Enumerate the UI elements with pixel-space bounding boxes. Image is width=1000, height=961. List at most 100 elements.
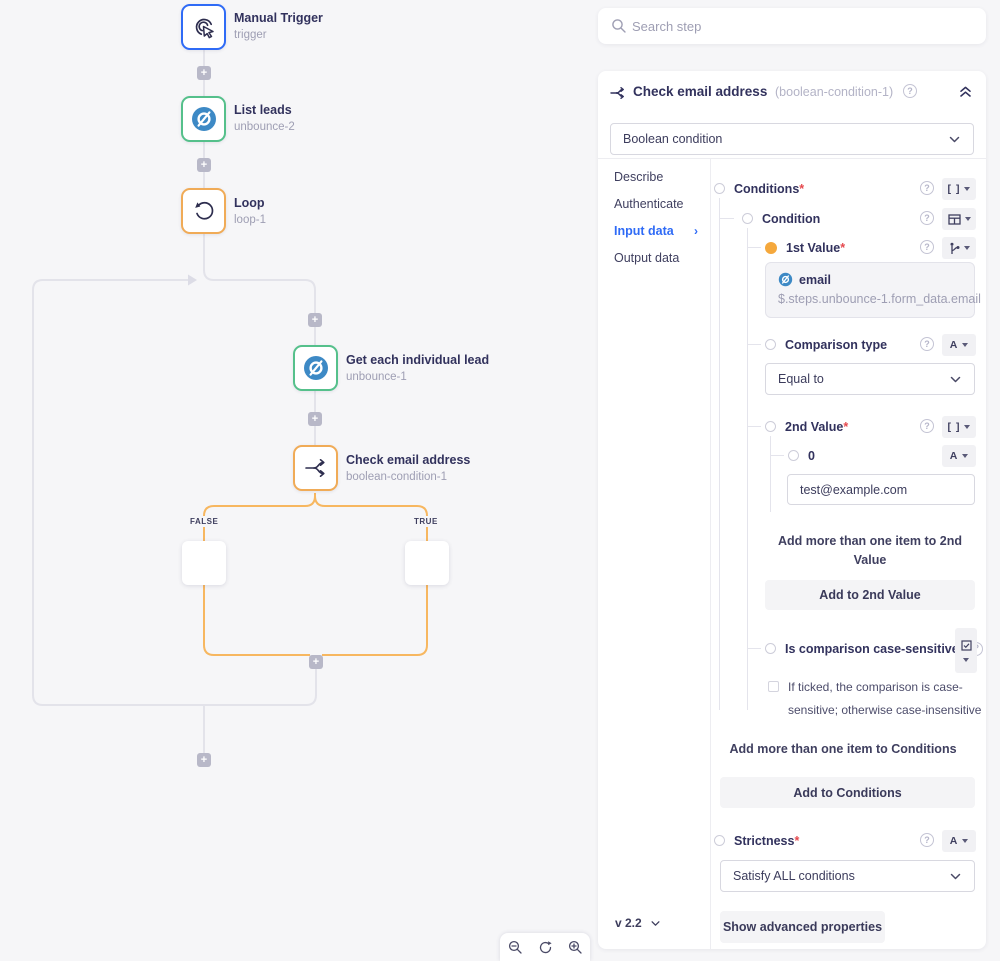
help-icon[interactable] — [920, 833, 934, 847]
empty-step-slot-true[interactable] — [405, 541, 449, 585]
radio-strictness[interactable] — [714, 835, 725, 846]
node-list-leads[interactable] — [181, 96, 226, 142]
tab-output-data[interactable]: Output data — [614, 251, 679, 265]
field-second-value: 2nd Value* — [765, 416, 848, 437]
field-label: 1st Value — [786, 241, 840, 255]
string-type-icon: A — [950, 835, 959, 847]
field-label: 2nd Value — [785, 420, 843, 434]
help-icon[interactable] — [920, 337, 934, 351]
node-subtitle: loop-1 — [234, 214, 266, 226]
panel-step-id: (boolean-condition-1) — [775, 85, 893, 99]
tab-describe[interactable]: Describe — [614, 170, 663, 184]
jsonpath-chip[interactable]: email $.steps.unbounce-1.form_data.email — [765, 262, 975, 318]
tree-elbow — [748, 426, 761, 427]
node-title: Get each individual lead — [346, 353, 489, 367]
help-icon[interactable] — [920, 211, 934, 225]
collapse-panel-icon[interactable] — [958, 84, 973, 99]
zoom-out-icon[interactable] — [504, 936, 526, 958]
type-selector-boolean[interactable] — [955, 628, 977, 673]
show-advanced-properties-button[interactable]: Show advanced properties — [720, 911, 885, 943]
required-mark: * — [799, 182, 804, 196]
workflow-canvas[interactable]: Manual Trigger trigger List leads unboun… — [0, 0, 596, 961]
filled-dot-first-value[interactable] — [765, 242, 777, 254]
node-subtitle: unbounce-2 — [234, 121, 295, 133]
type-selector-string[interactable]: A — [942, 445, 976, 467]
field-item-0: 0 — [788, 445, 815, 466]
case-sensitive-description: If ticked, the comparison is case-sensit… — [788, 676, 984, 722]
type-selector-array[interactable]: [ ] — [942, 178, 976, 200]
branch-label-true: TRUE — [411, 516, 441, 527]
type-selector-string[interactable]: A — [942, 830, 976, 852]
radio-comparison-type[interactable] — [765, 339, 776, 350]
object-type-icon — [948, 214, 961, 225]
field-strictness: Strictness* — [714, 830, 799, 851]
required-mark: * — [794, 834, 799, 848]
tree-line — [747, 228, 748, 710]
type-selector-object[interactable] — [942, 208, 976, 230]
zoom-in-icon[interactable] — [564, 936, 586, 958]
strictness-value: Satisfy ALL conditions — [733, 869, 949, 883]
version-selector[interactable]: v 2.2 — [615, 916, 661, 930]
type-selector-array[interactable]: [ ] — [942, 416, 976, 438]
radio-item-0[interactable] — [788, 450, 799, 461]
tree-elbow — [748, 247, 761, 248]
add-step-button[interactable] — [197, 753, 211, 767]
search-input[interactable] — [632, 15, 962, 37]
chip-name: email — [799, 273, 831, 287]
refresh-icon[interactable] — [534, 936, 556, 958]
field-first-value: 1st Value* — [765, 237, 845, 258]
tree-elbow — [720, 218, 734, 219]
version-label: v 2.2 — [615, 916, 642, 930]
case-sensitive-checkbox[interactable] — [768, 681, 779, 692]
empty-step-slot-false[interactable] — [182, 541, 226, 585]
array-type-icon: [ ] — [948, 421, 961, 433]
help-icon[interactable] — [903, 84, 917, 98]
add-step-button[interactable] — [197, 66, 211, 80]
comparison-type-select[interactable]: Equal to — [765, 363, 975, 395]
divider — [710, 159, 711, 949]
node-check-email[interactable] — [293, 445, 338, 491]
chevron-right-icon: › — [694, 224, 698, 238]
chevron-down-icon — [948, 133, 961, 146]
radio-conditions[interactable] — [714, 183, 725, 194]
field-label: Strictness — [734, 834, 794, 848]
add-step-button[interactable] — [308, 412, 322, 426]
node-title: Check email address — [346, 453, 470, 467]
node-manual-trigger[interactable] — [181, 4, 226, 50]
type-selector-jsonpath[interactable] — [942, 237, 976, 259]
help-icon[interactable] — [920, 419, 934, 433]
unbounce-icon — [302, 354, 330, 382]
node-loop[interactable] — [181, 188, 226, 234]
chip-path: $.steps.unbounce-1.form_data.email — [778, 292, 962, 306]
tab-input-data[interactable]: Input data — [614, 224, 674, 238]
type-selector-string[interactable]: A — [942, 334, 976, 356]
add-to-second-value-button[interactable]: Add to 2nd Value — [765, 580, 975, 610]
add-step-button[interactable] — [197, 158, 211, 172]
field-condition: Condition — [742, 208, 820, 229]
add-step-button[interactable] — [309, 655, 323, 669]
node-title: Manual Trigger — [234, 11, 323, 25]
add-to-conditions-button[interactable]: Add to Conditions — [720, 777, 975, 808]
operation-select[interactable]: Boolean condition — [610, 123, 974, 155]
add-step-button[interactable] — [308, 313, 322, 327]
node-get-each-lead[interactable] — [293, 345, 338, 391]
field-conditions: Conditions* — [714, 178, 804, 199]
help-icon[interactable] — [920, 240, 934, 254]
radio-second-value[interactable] — [765, 421, 776, 432]
field-case-sensitive: Is comparison case-sensitive? — [765, 638, 983, 659]
unbounce-icon — [190, 105, 218, 133]
node-subtitle: unbounce-1 — [346, 371, 407, 383]
strictness-select[interactable]: Satisfy ALL conditions — [720, 860, 975, 892]
required-mark: * — [843, 420, 848, 434]
help-icon[interactable] — [920, 181, 934, 195]
branch-label-false: FALSE — [187, 516, 221, 527]
second-value-input[interactable] — [787, 474, 975, 505]
radio-case-sensitive[interactable] — [765, 643, 776, 654]
radio-condition[interactable] — [742, 213, 753, 224]
tree-line — [770, 436, 771, 512]
field-label: Is comparison case-sensitive? — [785, 642, 966, 656]
divider — [598, 158, 986, 159]
node-subtitle: boolean-condition-1 — [346, 471, 447, 483]
tab-authenticate[interactable]: Authenticate — [614, 197, 684, 211]
tree-elbow — [748, 648, 761, 649]
